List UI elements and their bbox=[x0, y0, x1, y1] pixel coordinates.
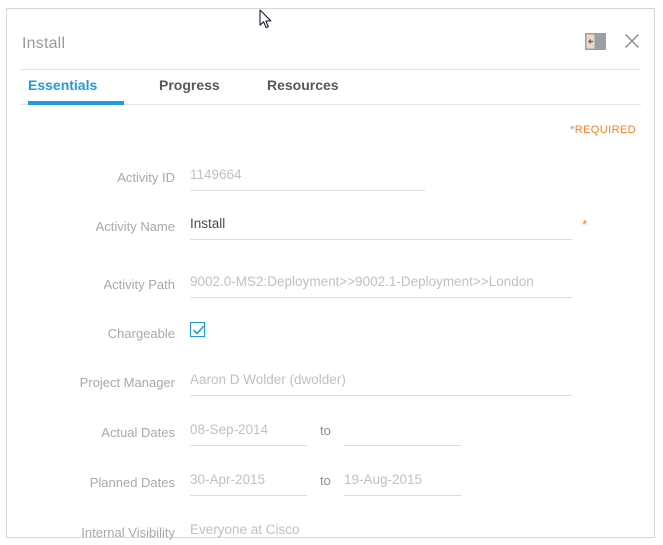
underline-planned-dates-end bbox=[344, 495, 461, 496]
value-activity-id: 1149664 bbox=[190, 167, 242, 182]
underline-planned-dates-start bbox=[190, 495, 307, 496]
field-row-planned-dates: Planned Dates 30-Apr-2015 to 19-Aug-2015 bbox=[7, 469, 607, 509]
underline-actual-dates-end bbox=[344, 445, 461, 446]
close-button[interactable] bbox=[622, 31, 642, 51]
field-row-activity-id: Activity ID 1149664 bbox=[7, 164, 607, 204]
field-row-activity-path: Activity Path 9002.0-MS2:Deployment>>900… bbox=[7, 271, 607, 311]
titlebar-divider bbox=[21, 69, 641, 70]
value-activity-name: Install bbox=[190, 216, 226, 231]
field-row-chargeable: Chargeable bbox=[7, 320, 607, 360]
actual-dates-separator: to bbox=[320, 423, 331, 438]
field-row-internal-visibility: Internal Visibility Everyone at Cisco bbox=[7, 519, 607, 545]
label-activity-path: Activity Path bbox=[103, 277, 175, 292]
value-activity-path: 9002.0-MS2:Deployment>>9002.1-Deployment… bbox=[190, 274, 534, 289]
label-activity-id: Activity ID bbox=[117, 170, 175, 185]
required-note: *REQUIRED bbox=[570, 124, 636, 136]
value-project-manager: Aaron D Wolder (dwolder) bbox=[190, 372, 346, 387]
value-internal-visibility: Everyone at Cisco bbox=[190, 522, 300, 537]
titlebar-actions bbox=[585, 31, 642, 51]
value-planned-dates-end: 19-Aug-2015 bbox=[344, 472, 423, 487]
dialog-title: Install bbox=[22, 35, 66, 52]
underline-actual-dates-start bbox=[190, 445, 307, 446]
value-planned-dates-start: 30-Apr-2015 bbox=[190, 472, 266, 487]
required-marker-activity-name: * bbox=[582, 217, 588, 232]
tab-progress[interactable]: Progress bbox=[159, 77, 220, 93]
field-row-actual-dates: Actual Dates 08-Sep-2014 to bbox=[7, 419, 607, 459]
label-planned-dates: Planned Dates bbox=[89, 475, 175, 490]
label-activity-name: Activity Name bbox=[95, 219, 175, 234]
chargeable-checkbox[interactable] bbox=[190, 322, 205, 337]
underline-activity-id bbox=[190, 190, 425, 191]
screen: Install Essentials Progress Resources *R… bbox=[0, 0, 663, 545]
planned-dates-separator: to bbox=[320, 473, 331, 488]
dialog-titlebar: Install bbox=[7, 9, 654, 61]
label-chargeable: Chargeable bbox=[107, 326, 175, 341]
tab-essentials[interactable]: Essentials bbox=[28, 77, 97, 93]
value-actual-dates-start: 08-Sep-2014 bbox=[190, 422, 269, 437]
close-icon bbox=[622, 31, 642, 51]
underline-activity-path bbox=[190, 297, 572, 298]
active-tab-indicator bbox=[28, 101, 124, 105]
checkmark-icon bbox=[193, 325, 204, 335]
panel-collapse-icon bbox=[585, 32, 606, 50]
panel-collapse-button[interactable] bbox=[585, 32, 606, 50]
label-project-manager: Project Manager bbox=[79, 375, 175, 390]
underline-project-manager bbox=[190, 395, 572, 396]
label-internal-visibility: Internal Visibility bbox=[81, 525, 175, 540]
tab-resources[interactable]: Resources bbox=[267, 77, 339, 93]
underline-activity-name bbox=[190, 239, 572, 240]
install-dialog: Install Essentials Progress Resources *R… bbox=[6, 8, 655, 540]
label-actual-dates: Actual Dates bbox=[101, 425, 175, 440]
field-row-project-manager: Project Manager Aaron D Wolder (dwolder) bbox=[7, 369, 607, 409]
field-row-activity-name: Activity Name Install * bbox=[7, 213, 607, 253]
